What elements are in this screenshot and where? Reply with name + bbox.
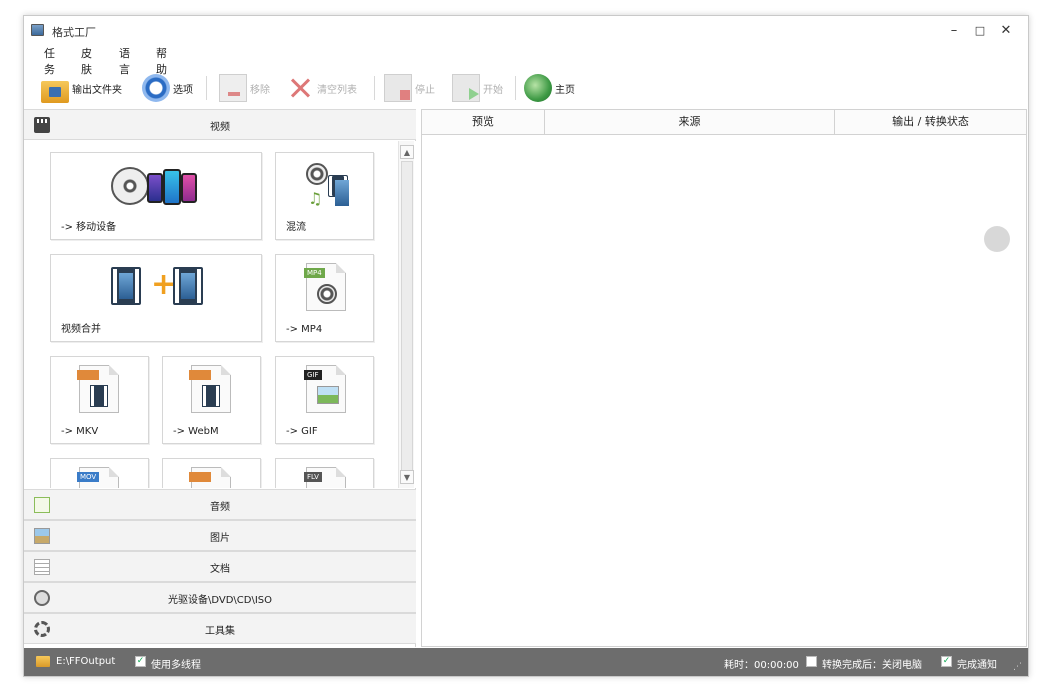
category-audio[interactable]: 音频: [24, 489, 416, 520]
column-status[interactable]: 输出 / 转换状态: [835, 110, 1026, 134]
tile-video-merge[interactable]: + 视频合并: [50, 254, 262, 342]
tile-mobile-device[interactable]: -> 移动设备: [50, 152, 262, 240]
task-list-body[interactable]: [421, 135, 1027, 647]
toolbar-separator: [374, 76, 375, 100]
task-list-panel: 预览 来源 输出 / 转换状态: [421, 109, 1027, 647]
home-label: 主页: [555, 84, 575, 96]
after-done-checkbox[interactable]: [806, 656, 817, 667]
stop-label: 停止: [415, 84, 435, 96]
options-button[interactable]: 选项: [142, 72, 193, 104]
remove-icon: [219, 74, 247, 102]
category-tools[interactable]: 工具集: [24, 613, 416, 644]
tile-mkv[interactable]: -> MKV: [50, 356, 149, 444]
category-video-label: 视频: [210, 122, 230, 133]
tiles-scrollbar[interactable]: ▲ ▼: [398, 141, 414, 488]
tile-mp4-label: -> MP4: [286, 324, 323, 335]
category-panel: 视频 -> 移动设备 ♫ 混流 + 视频合并 MP4 -> MP4 -> MKV…: [24, 109, 416, 647]
remove-button[interactable]: 移除: [219, 72, 270, 104]
mov-file-icon: MOV: [77, 467, 119, 488]
start-button[interactable]: 开始: [452, 72, 503, 104]
window-title: 格式工厂: [52, 26, 96, 39]
tile-mkv-label: -> MKV: [61, 426, 99, 437]
title-bar: 格式工厂 – □ ✕: [24, 16, 1028, 44]
folder-icon: [41, 81, 69, 103]
floating-scroll-indicator[interactable]: [984, 226, 1010, 252]
tile-video-merge-label: 视频合并: [61, 324, 101, 335]
webm-file-icon: [189, 365, 231, 413]
remove-label: 移除: [250, 84, 270, 96]
scroll-down-arrow-icon[interactable]: ▼: [400, 470, 414, 484]
tile-gif[interactable]: GIF -> GIF: [275, 356, 374, 444]
output-folder-button[interactable]: 输出文件夹: [41, 72, 122, 104]
mobile-device-icon: [111, 163, 211, 213]
app-window: 格式工厂 – □ ✕ 任务 皮肤 语言 帮助 输出文件夹 选项 移除 清空列表: [23, 15, 1029, 677]
home-button[interactable]: 主页: [524, 72, 575, 104]
tile-mp4[interactable]: MP4 -> MP4: [275, 254, 374, 342]
output-folder-label: 输出文件夹: [72, 84, 122, 96]
multithread-label: 使用多线程: [151, 660, 201, 671]
minimize-button[interactable]: –: [942, 21, 966, 41]
category-image-label: 图片: [210, 533, 230, 544]
tile-gif-label: -> GIF: [286, 426, 318, 437]
category-image[interactable]: 图片: [24, 520, 416, 551]
multithread-checkbox[interactable]: ✓: [135, 656, 146, 667]
column-source[interactable]: 来源: [545, 110, 835, 134]
notify-checkbox[interactable]: ✓: [941, 656, 952, 667]
maximize-button[interactable]: □: [968, 21, 992, 41]
tile-mux[interactable]: ♫ 混流: [275, 152, 374, 240]
column-preview[interactable]: 预览: [422, 110, 545, 134]
flv-file-icon: FLV: [304, 467, 346, 488]
mkv-file-icon: [77, 365, 119, 413]
tile-webm[interactable]: -> WebM: [162, 356, 261, 444]
mux-icon: ♫: [304, 163, 354, 211]
app-icon: [31, 24, 44, 36]
video-tiles: -> 移动设备 ♫ 混流 + 视频合并 MP4 -> MP4 -> MKV ->…: [24, 141, 416, 488]
tile-mux-label: 混流: [286, 222, 306, 233]
notify-label: 完成通知: [957, 660, 997, 671]
globe-icon: [524, 74, 552, 102]
category-tools-label: 工具集: [205, 626, 235, 637]
toolbar-separator: [515, 76, 516, 100]
resize-grip-icon[interactable]: ⋰: [1013, 662, 1022, 672]
category-audio-label: 音频: [210, 502, 230, 513]
category-document-label: 文档: [210, 564, 230, 575]
video-merge-icon: +: [111, 267, 221, 311]
category-disc-label: 光驱设备\DVD\CD\ISO: [167, 595, 273, 606]
start-icon: [452, 74, 480, 102]
elapsed-time: 耗时：00:00:00: [724, 660, 799, 671]
tile-mov[interactable]: MOV: [50, 458, 149, 488]
options-label: 选项: [173, 84, 193, 96]
scroll-up-arrow-icon[interactable]: ▲: [400, 145, 414, 159]
mp4-file-icon: MP4: [304, 263, 346, 311]
tile-flv[interactable]: FLV: [275, 458, 374, 488]
stop-icon: [384, 74, 412, 102]
ogg-file-icon: [189, 467, 231, 488]
folder-icon[interactable]: [36, 656, 50, 667]
status-bar: E:\FFOutput ✓ 使用多线程 耗时：00:00:00 转换完成后：关闭…: [24, 648, 1028, 676]
toolbar: 输出文件夹 选项 移除 清空列表 停止 开始 主页: [24, 72, 1028, 108]
output-path: E:\FFOutput: [56, 656, 116, 667]
start-label: 开始: [483, 84, 503, 96]
gif-file-icon: GIF: [304, 365, 346, 413]
options-icon: [142, 74, 170, 102]
category-disc[interactable]: 光驱设备\DVD\CD\ISO: [24, 582, 416, 613]
close-button[interactable]: ✕: [994, 21, 1018, 41]
scroll-thumb[interactable]: [401, 161, 413, 471]
tile-ogg[interactable]: [162, 458, 261, 488]
category-video[interactable]: 视频: [24, 109, 416, 140]
clear-icon: [286, 74, 314, 102]
clear-list-button[interactable]: 清空列表: [286, 72, 357, 104]
tile-webm-label: -> WebM: [173, 426, 219, 437]
task-list-header: 预览 来源 输出 / 转换状态: [421, 109, 1027, 135]
after-done-label: 转换完成后：关闭电脑: [822, 660, 922, 671]
toolbar-separator: [206, 76, 207, 100]
tile-mobile-device-label: -> 移动设备: [61, 222, 117, 233]
clear-list-label: 清空列表: [317, 84, 357, 96]
category-document[interactable]: 文档: [24, 551, 416, 582]
stop-button[interactable]: 停止: [384, 72, 435, 104]
